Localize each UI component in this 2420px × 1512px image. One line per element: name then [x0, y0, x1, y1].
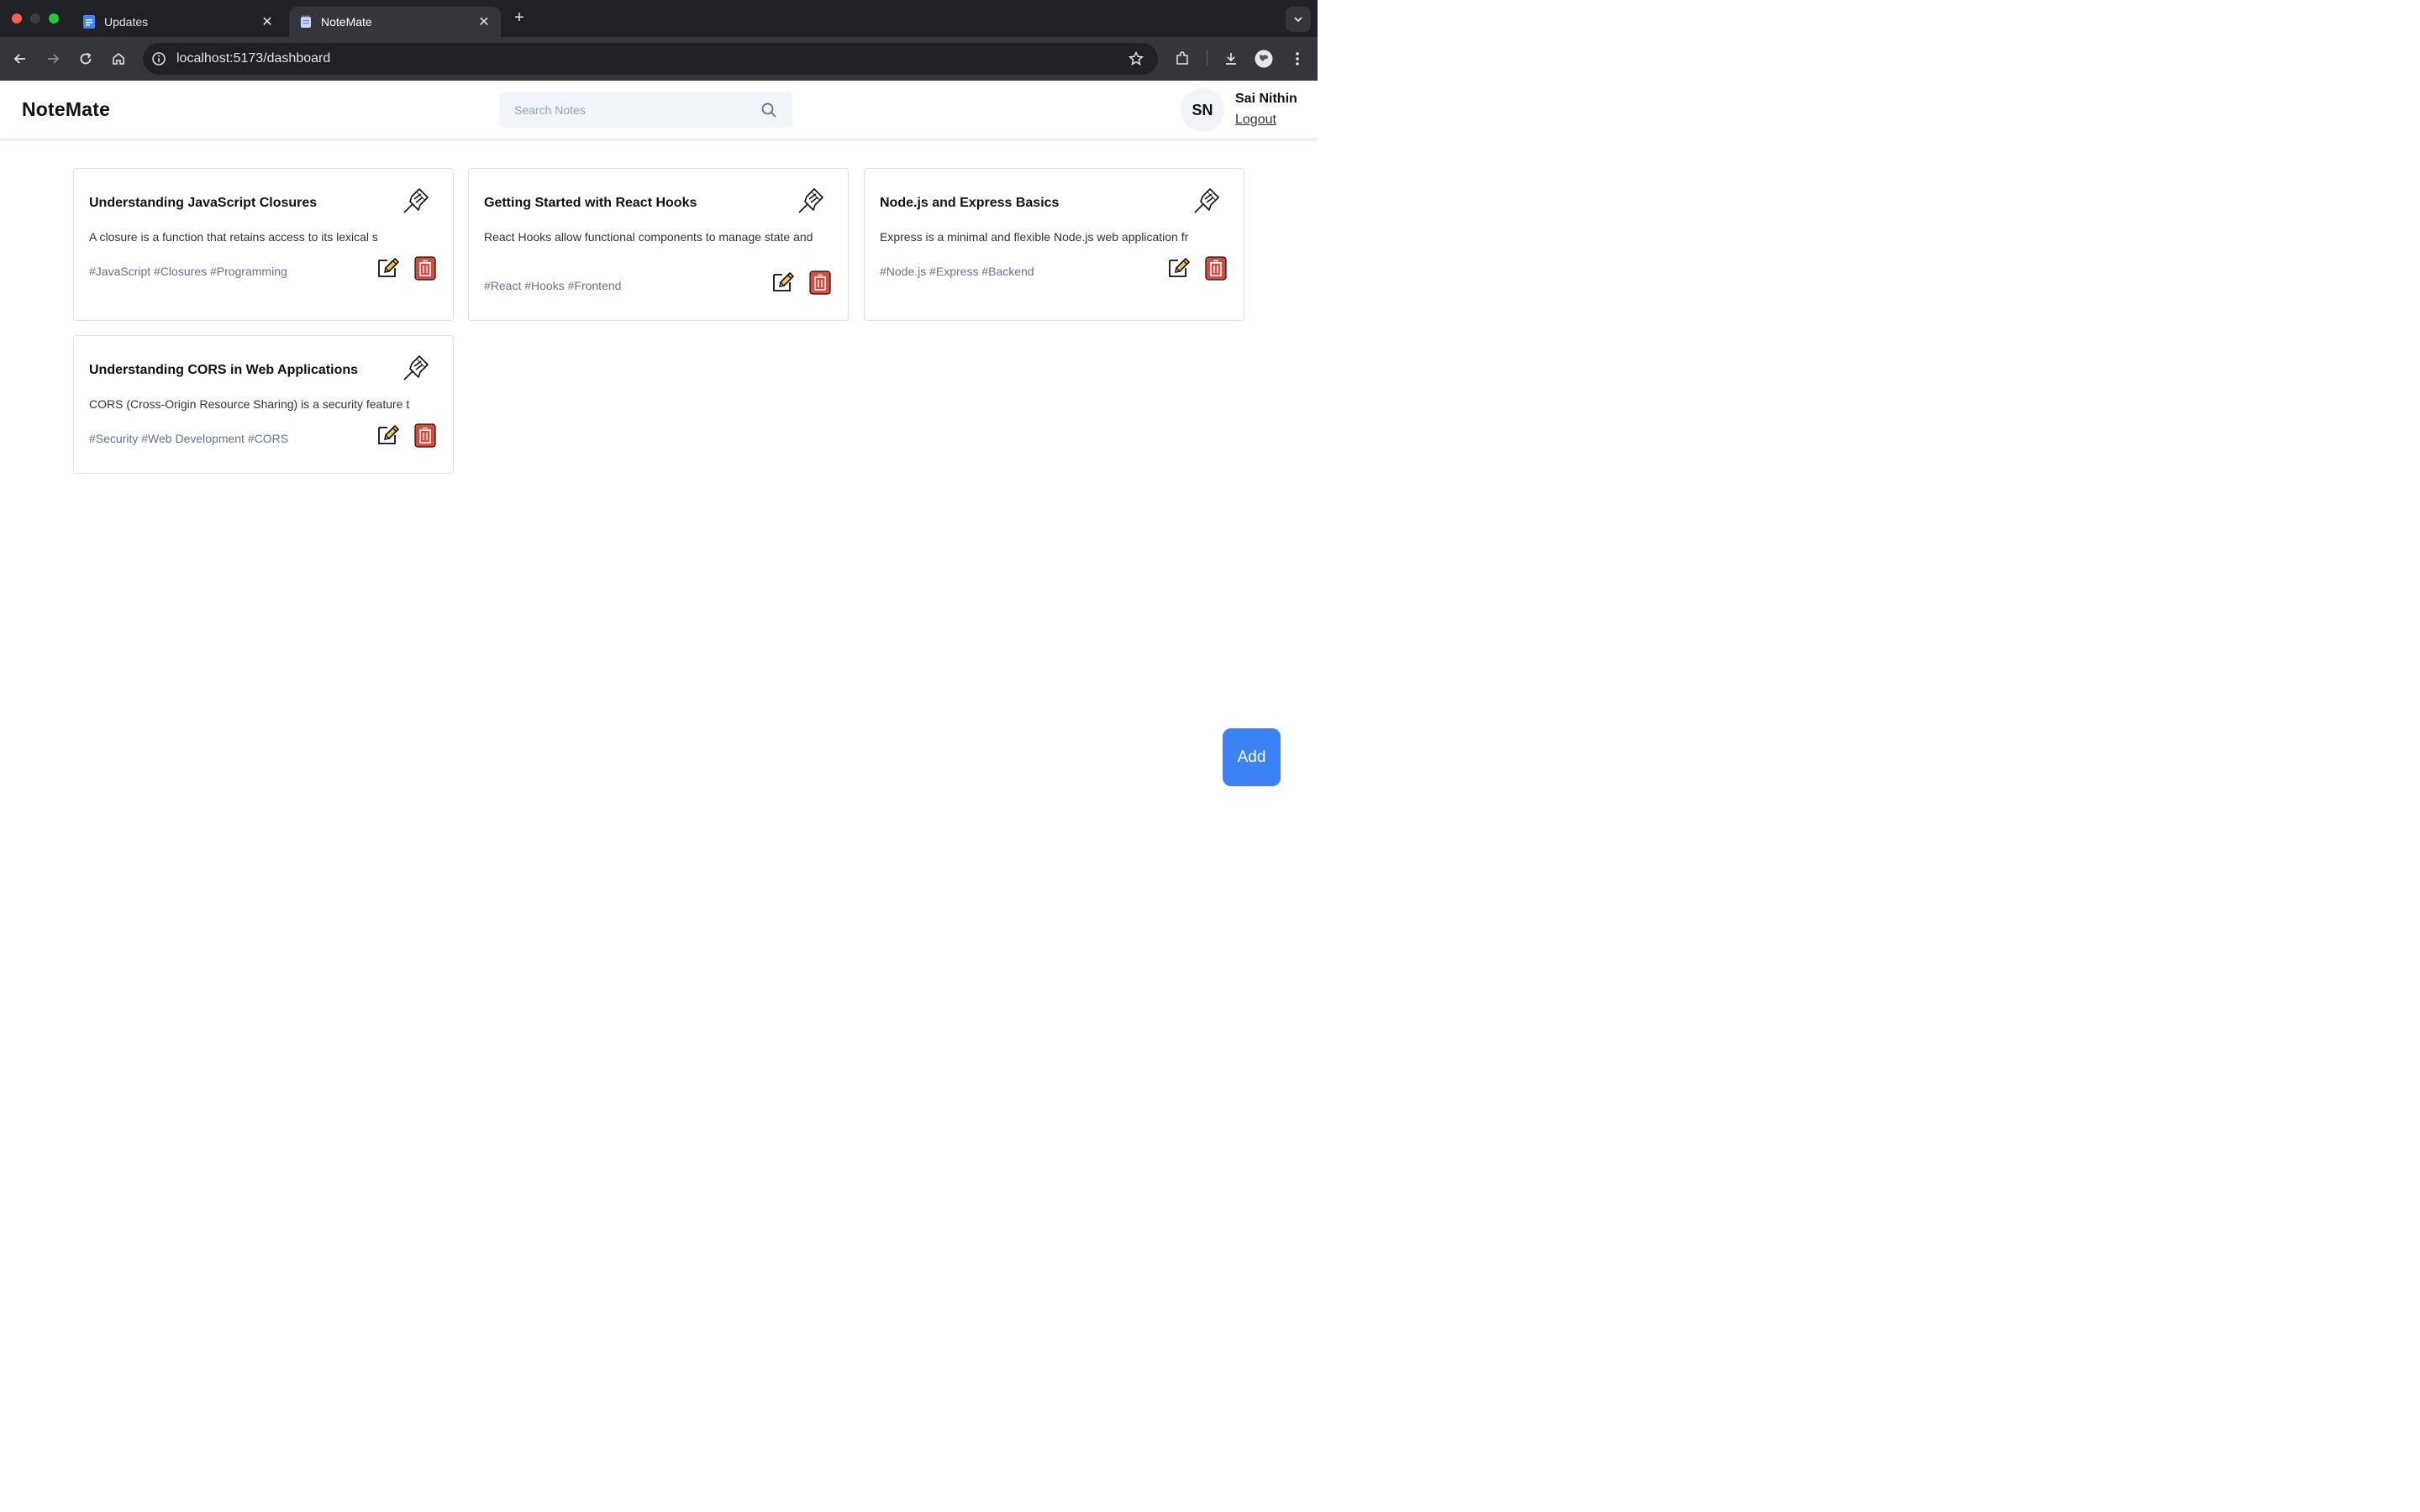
minimize-window-button[interactable] [30, 13, 40, 24]
notepad-icon [299, 15, 313, 29]
note-title: Understanding JavaScript Closures [89, 196, 318, 210]
download-icon[interactable] [1221, 49, 1241, 69]
trash-icon[interactable] [412, 255, 439, 281]
note-card: Understanding CORS in Web Applications C… [73, 335, 454, 474]
note-card: Getting Started with React Hooks React H… [468, 168, 849, 321]
menu-kebab-icon[interactable] [1287, 49, 1307, 69]
docs-icon [82, 15, 96, 29]
page: Updates ✕ NoteMate ✕ + localhost:5173/da… [0, 0, 1318, 823]
trash-icon[interactable] [412, 422, 439, 449]
tab-title: NoteMate [321, 15, 372, 29]
user-avatar: SN [1181, 88, 1224, 132]
tab-title: Updates [104, 15, 149, 29]
reload-icon [80, 52, 92, 65]
note-title: Getting Started with React Hooks [484, 196, 697, 210]
close-icon[interactable]: ✕ [477, 13, 491, 30]
note-tags: #JavaScript #Closures #Programming [89, 265, 287, 278]
browser-toolbar: localhost:5173/dashboard [0, 37, 1318, 81]
pin-icon[interactable] [1190, 184, 1223, 218]
close-icon[interactable]: ✕ [260, 13, 274, 30]
browser-tab-updates[interactable]: Updates ✕ [72, 7, 284, 37]
bookmark-star-icon[interactable] [1128, 50, 1144, 67]
address-bar[interactable]: localhost:5173/dashboard [143, 43, 1158, 75]
pin-icon[interactable] [399, 351, 433, 385]
search-bar [500, 92, 792, 128]
arrow-left-icon [13, 54, 25, 64]
pin-icon[interactable] [399, 184, 433, 218]
user-name: Sai Nithin [1235, 92, 1297, 106]
note-tags: #Node.js #Express #Backend [880, 265, 1034, 278]
new-tab-button[interactable]: + [511, 8, 528, 28]
edit-icon[interactable] [1165, 254, 1192, 281]
app-header: NoteMate SN Sai Nithin Logout [0, 81, 1318, 139]
browser-tabstrip: Updates ✕ NoteMate ✕ + [0, 0, 1318, 37]
trash-icon[interactable] [807, 269, 834, 296]
home-icon [113, 52, 124, 65]
note-card: Understanding JavaScript Closures A clos… [73, 168, 454, 321]
arrow-right-icon [48, 54, 60, 64]
logout-link[interactable]: Logout [1235, 113, 1276, 128]
home-button[interactable] [108, 49, 129, 69]
app-logo: NoteMate [22, 98, 111, 120]
chevron-down-icon [1294, 17, 1302, 23]
note-title: Node.js and Express Basics [880, 196, 1060, 210]
note-content: A closure is a function that retains acc… [89, 230, 378, 244]
window-controls [12, 13, 59, 24]
browser-tab-notemate[interactable]: NoteMate ✕ [289, 7, 501, 37]
pin-icon[interactable] [794, 184, 828, 218]
search-input[interactable] [500, 103, 759, 117]
back-button[interactable] [10, 49, 30, 69]
edit-icon[interactable] [374, 254, 401, 281]
note-tags: #Security #Web Development #CORS [89, 432, 289, 445]
edit-icon[interactable] [769, 268, 796, 295]
extensions-icon[interactable] [1172, 49, 1192, 69]
maximize-window-button[interactable] [49, 13, 59, 24]
note-content: Express is a minimal and flexible Node.j… [880, 230, 1189, 244]
site-info-icon[interactable] [151, 51, 166, 66]
note-card: Node.js and Express Basics Express is a … [864, 168, 1244, 321]
note-tags: #React #Hooks #Frontend [484, 279, 622, 292]
note-content: React Hooks allow functional components … [484, 230, 813, 244]
tab-search-button[interactable] [1286, 7, 1311, 32]
note-content: CORS (Cross-Origin Resource Sharing) is … [89, 397, 410, 411]
url-text: localhost:5173/dashboard [176, 51, 331, 66]
add-note-button[interactable]: Add [1223, 728, 1281, 786]
close-window-button[interactable] [12, 13, 22, 24]
reload-button[interactable] [76, 49, 96, 69]
profile-avatar-icon[interactable] [1254, 49, 1274, 69]
note-title: Understanding CORS in Web Applications [89, 363, 359, 377]
forward-button[interactable] [43, 49, 63, 69]
edit-icon[interactable] [374, 421, 401, 448]
search-icon[interactable] [759, 100, 779, 120]
trash-icon[interactable] [1202, 255, 1229, 281]
